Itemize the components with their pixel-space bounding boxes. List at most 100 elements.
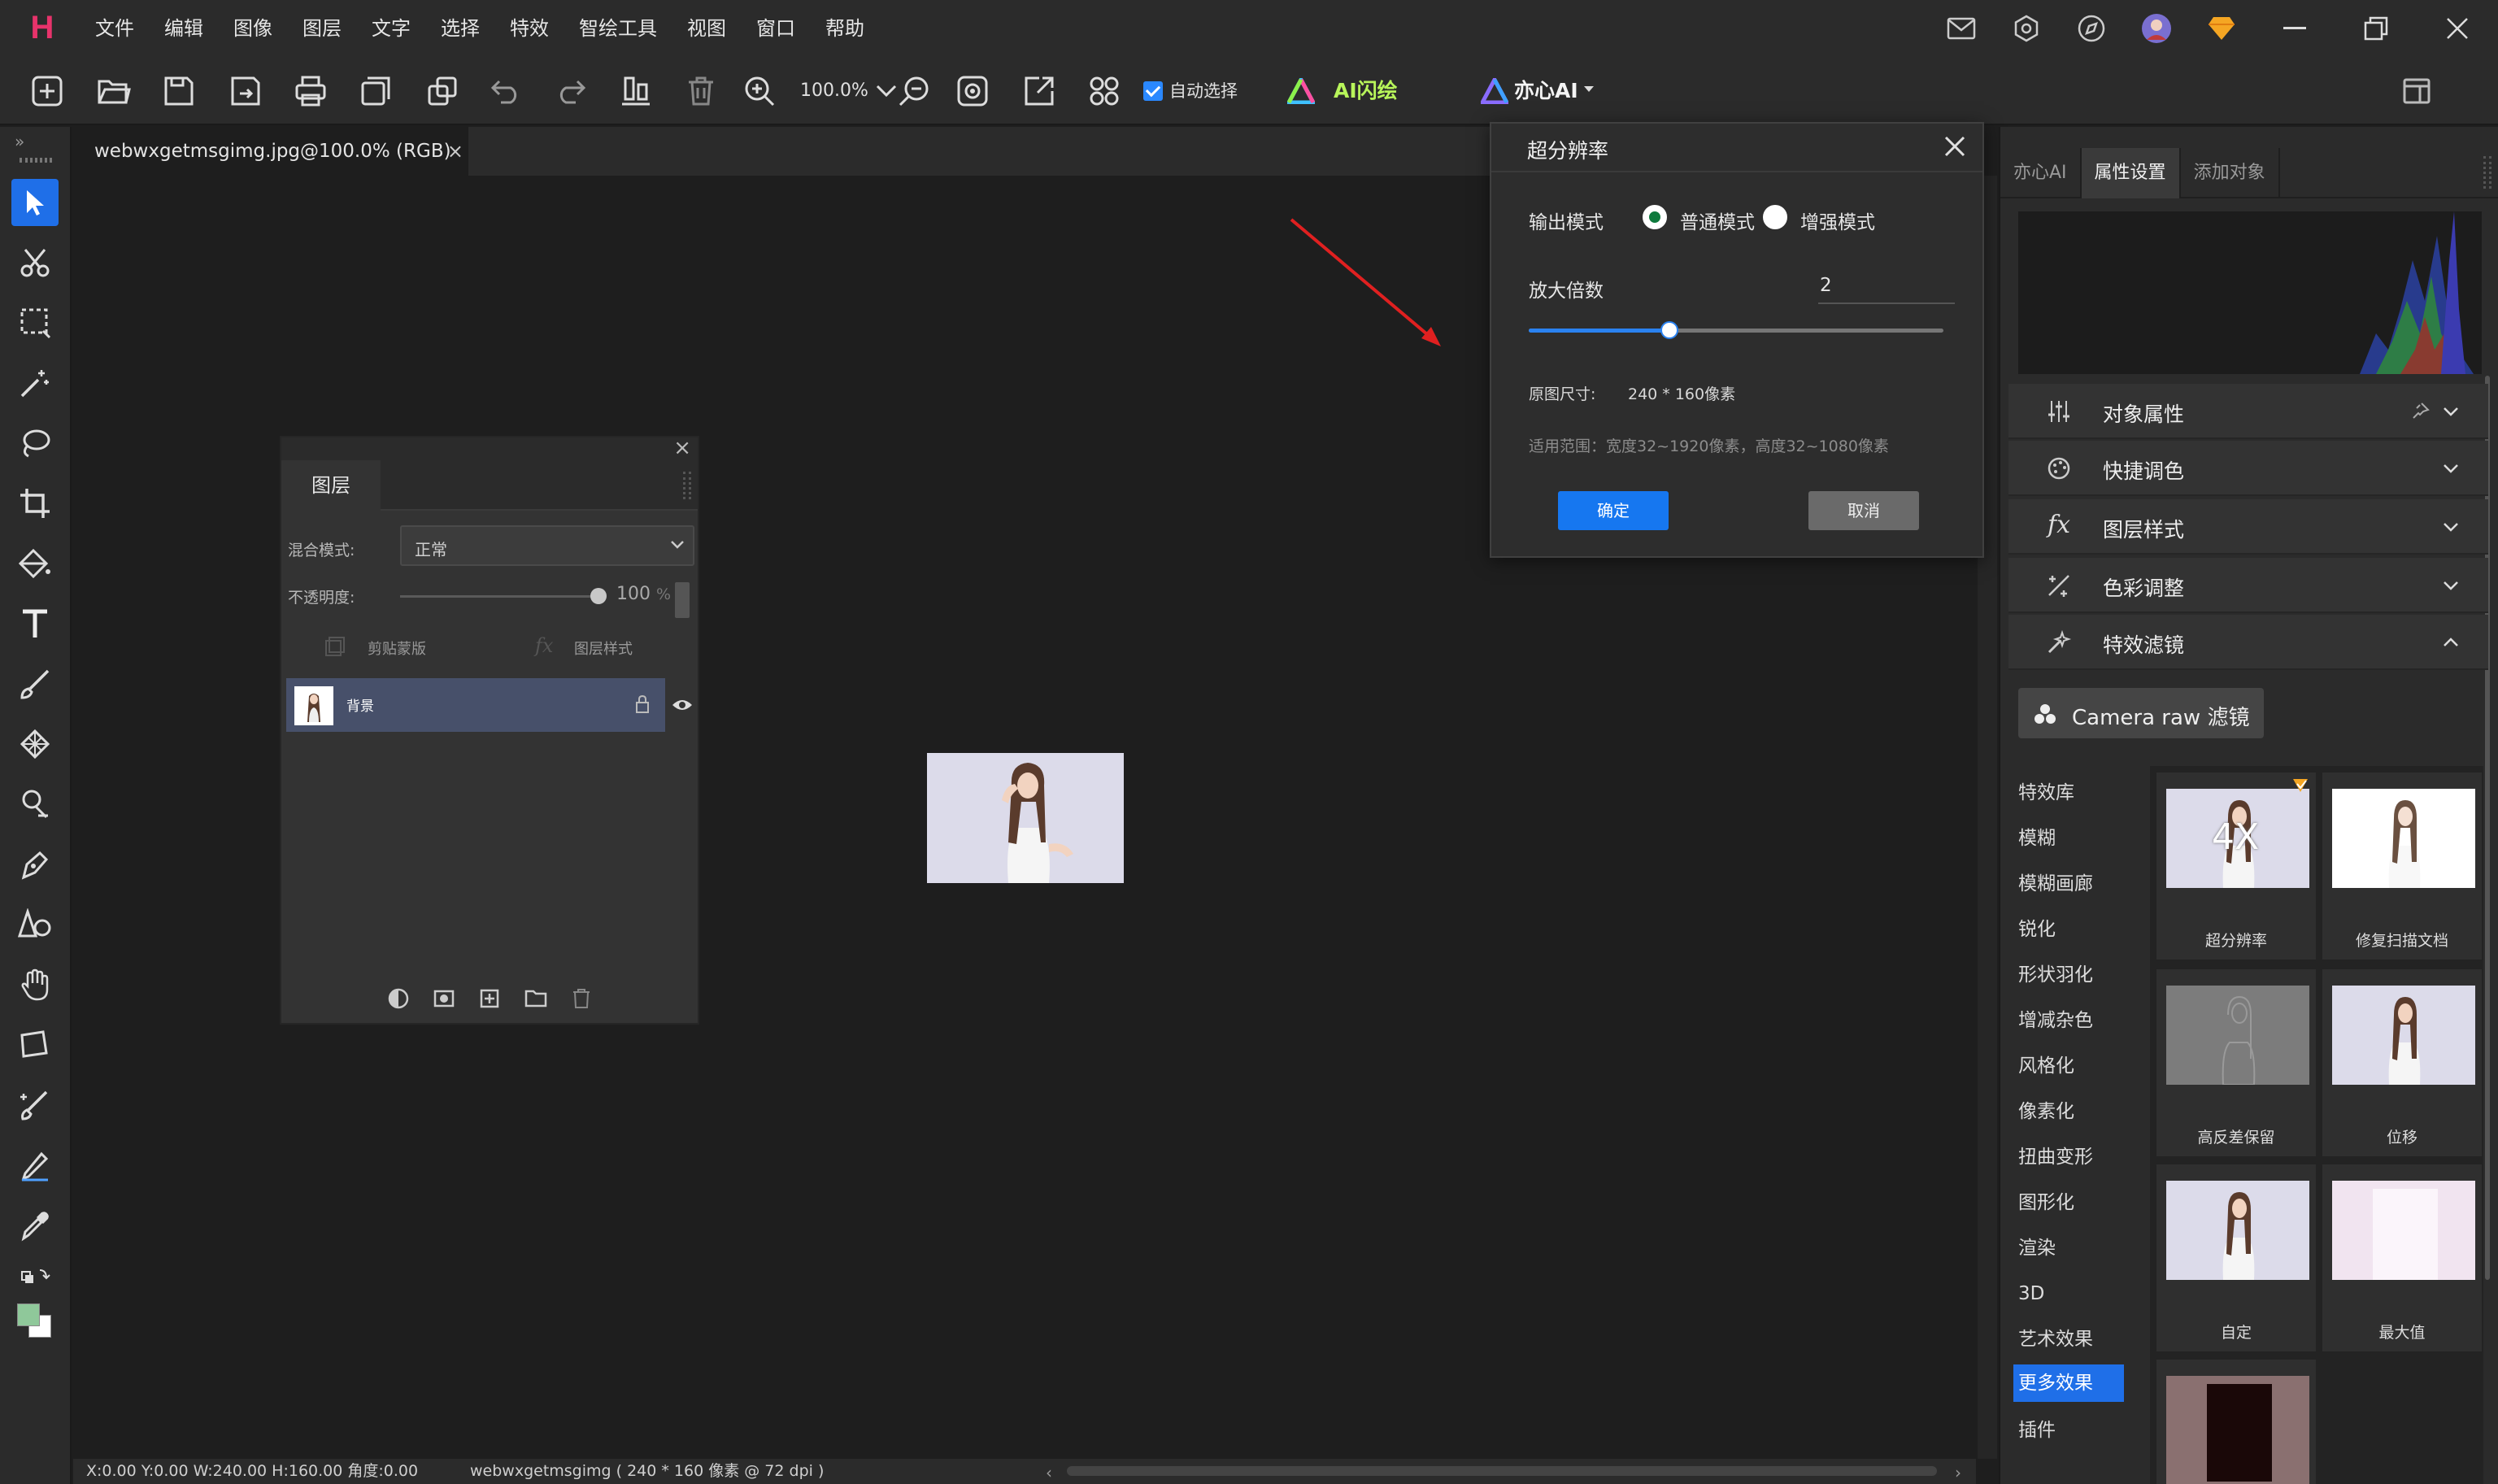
- fx-category-graphic[interactable]: 图形化: [2013, 1184, 2124, 1221]
- healing-brush-tool-icon[interactable]: [11, 1081, 59, 1129]
- new-file-icon[interactable]: [29, 73, 65, 109]
- fx-category-plugins[interactable]: 插件: [2013, 1412, 2124, 1449]
- radio-normal-mode[interactable]: [1643, 205, 1667, 229]
- fx-category-blur-gallery[interactable]: 模糊画廊: [2013, 865, 2124, 903]
- settings-icon[interactable]: [1994, 0, 2059, 57]
- canvas-image[interactable]: [927, 753, 1124, 883]
- fx-category-library[interactable]: 特效库: [2013, 774, 2124, 812]
- blend-mode-select[interactable]: 正常: [400, 525, 694, 566]
- new-layer-icon[interactable]: [479, 988, 500, 1009]
- opacity-stepper[interactable]: [675, 582, 690, 618]
- mail-icon[interactable]: [1929, 0, 1994, 57]
- layer-mask-icon[interactable]: [433, 988, 455, 1009]
- ai-flash-icon[interactable]: [1283, 73, 1319, 109]
- yixin-ai-dropdown-icon[interactable]: [1581, 81, 1597, 98]
- move-tool-icon[interactable]: [11, 179, 59, 226]
- fx-item-offset[interactable]: 位移: [2322, 969, 2482, 1156]
- fx-category-artistic[interactable]: 艺术效果: [2013, 1321, 2124, 1358]
- duplicate-icon[interactable]: [358, 73, 394, 109]
- clip-mask-button[interactable]: 剪贴蒙版: [368, 638, 426, 659]
- close-button[interactable]: [2417, 0, 2498, 57]
- layer-row[interactable]: 背景: [286, 678, 692, 732]
- layer-panel-close-icon[interactable]: ×: [673, 436, 691, 460]
- radio-enhanced-label[interactable]: 增强模式: [1800, 207, 1875, 234]
- fx-category-pixelate[interactable]: 像素化: [2013, 1093, 2124, 1130]
- adjustment-layer-icon[interactable]: [388, 988, 409, 1009]
- paint-bucket-tool-icon[interactable]: [11, 540, 59, 587]
- chevron-down-icon[interactable]: [2439, 457, 2462, 480]
- menu-file[interactable]: 文件: [81, 0, 150, 57]
- redo-icon[interactable]: [553, 73, 589, 109]
- lasso-tool-icon[interactable]: [11, 420, 59, 467]
- grid-apps-icon[interactable]: [1086, 73, 1122, 109]
- menu-help[interactable]: 帮助: [812, 0, 881, 57]
- swap-colors-icon[interactable]: [11, 1260, 59, 1293]
- tab-yixin-ai[interactable]: 亦心AI: [2000, 148, 2082, 198]
- section-layer-style[interactable]: fx 图层样式: [2008, 499, 2488, 555]
- menu-edit[interactable]: 编辑: [150, 0, 220, 57]
- dialog-titlebar[interactable]: 超分辨率: [1491, 124, 1982, 172]
- zoom-in-icon[interactable]: [742, 73, 777, 109]
- yixin-ai-icon[interactable]: [1477, 73, 1512, 109]
- foreground-color[interactable]: [17, 1303, 40, 1326]
- chevron-down-icon[interactable]: [2439, 574, 2462, 597]
- tab-properties[interactable]: 属性设置: [2081, 148, 2181, 198]
- print-icon[interactable]: [293, 73, 329, 109]
- fx-category-blur[interactable]: 模糊: [2013, 820, 2124, 857]
- confirm-button[interactable]: 确定: [1558, 491, 1669, 530]
- yixin-ai-label[interactable]: 亦心AI: [1514, 80, 1578, 102]
- document-tab[interactable]: webwxgetmsgimg.jpg@100.0% (RGB) ×: [73, 127, 468, 176]
- export-icon[interactable]: [1021, 73, 1057, 109]
- section-quick-color[interactable]: 快捷调色: [2008, 441, 2488, 496]
- compass-icon[interactable]: [2059, 0, 2124, 57]
- sketch-pen-tool-icon[interactable]: [11, 1142, 59, 1189]
- chevron-down-icon[interactable]: [2439, 400, 2462, 423]
- scale-slider-knob[interactable]: [1660, 321, 1678, 339]
- fx-category-stylize[interactable]: 风格化: [2013, 1047, 2124, 1085]
- fx-category-distort[interactable]: 扭曲变形: [2013, 1138, 2124, 1176]
- new-group-folder-icon[interactable]: [524, 989, 547, 1008]
- layer-panel-titlebar[interactable]: ×: [281, 436, 698, 460]
- save-as-icon[interactable]: [228, 73, 263, 109]
- brush-tool-icon[interactable]: [11, 660, 59, 707]
- panel-layout-icon[interactable]: [2399, 73, 2435, 109]
- opacity-slider-track[interactable]: [400, 595, 603, 598]
- auto-select-checkbox[interactable]: [1143, 81, 1163, 101]
- shape-tool-icon[interactable]: [11, 901, 59, 948]
- pen-tool-icon[interactable]: [11, 841, 59, 888]
- drag-handle-icon[interactable]: [20, 158, 52, 163]
- radio-normal-label[interactable]: 普通模式: [1680, 207, 1755, 234]
- undo-icon[interactable]: [488, 73, 524, 109]
- visibility-eye-icon[interactable]: [672, 698, 693, 712]
- menu-layer[interactable]: 图层: [289, 0, 358, 57]
- fx-category-3d[interactable]: 3D: [2013, 1275, 2124, 1312]
- zoom-out-icon[interactable]: [896, 73, 932, 109]
- fx-category-more[interactable]: 更多效果: [2013, 1364, 2124, 1402]
- pin-icon[interactable]: [2410, 402, 2430, 421]
- scroll-left-icon[interactable]: ‹: [1046, 1460, 1052, 1484]
- section-object-properties[interactable]: 对象属性: [2008, 384, 2488, 439]
- fx-item-custom[interactable]: 自定: [2156, 1164, 2316, 1351]
- avatar[interactable]: [2124, 0, 2189, 57]
- mosaic-tool-icon[interactable]: [11, 720, 59, 768]
- cut-tool-icon[interactable]: [11, 239, 59, 286]
- camera-raw-filter-button[interactable]: Camera raw 滤镜: [2018, 688, 2264, 738]
- screenshot-icon[interactable]: [955, 73, 990, 109]
- ai-flash-label[interactable]: AI闪绘: [1334, 80, 1398, 102]
- horizontal-scroll-thumb[interactable]: [1067, 1466, 1937, 1476]
- magic-wand-tool-icon[interactable]: [11, 359, 59, 407]
- delete-icon[interactable]: [683, 73, 719, 109]
- restore-button[interactable]: [2335, 0, 2417, 57]
- document-tab-close-icon[interactable]: ×: [447, 140, 463, 163]
- section-color-adjust[interactable]: 色彩调整: [2008, 558, 2488, 613]
- section-effect-filters[interactable]: 特效滤镜: [2008, 615, 2488, 670]
- horizontal-scrollbar[interactable]: ‹ ›: [1046, 1462, 1961, 1482]
- scroll-right-icon[interactable]: ›: [1955, 1460, 1961, 1484]
- delete-layer-icon[interactable]: [572, 988, 591, 1009]
- fx-item-repair-scan[interactable]: 修复扫描文档: [2322, 772, 2482, 960]
- menu-text[interactable]: 文字: [358, 0, 427, 57]
- color-swatch[interactable]: [11, 1298, 59, 1345]
- chevron-down-icon[interactable]: [2439, 516, 2462, 538]
- fx-category-feather[interactable]: 形状羽化: [2013, 956, 2124, 994]
- fx-item-super-resolution[interactable]: 4X 超分辨率: [2156, 772, 2316, 960]
